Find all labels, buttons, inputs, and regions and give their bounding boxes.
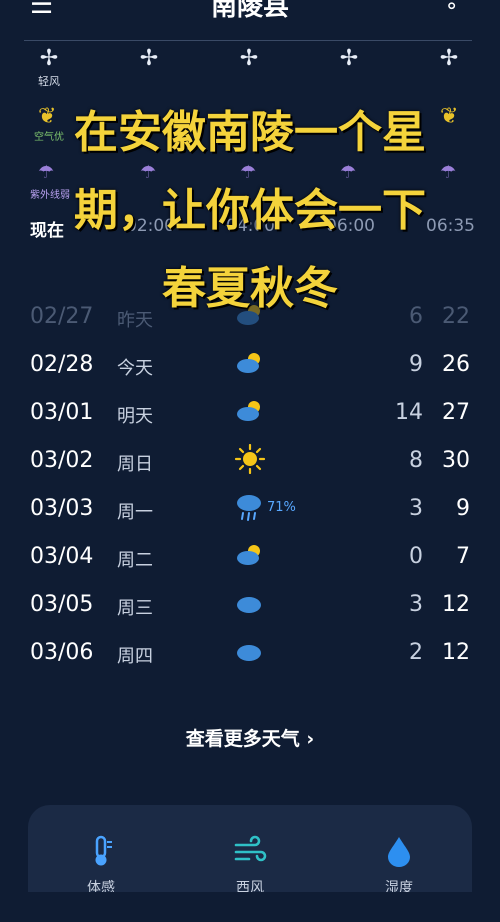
- day-row[interactable]: 02/28 今天 9 26: [0, 340, 500, 388]
- day-high: 22: [442, 304, 470, 329]
- day-date: 03/06: [30, 640, 94, 665]
- fan-icon: ✢: [339, 46, 359, 71]
- day-date: 03/02: [30, 448, 94, 473]
- day-row[interactable]: 03/03 周一 71% 3 9: [0, 484, 500, 532]
- cloudy-icon: [237, 645, 261, 661]
- caption-line-2: 期，让你体会一下: [74, 185, 426, 236]
- day-low: 3: [409, 592, 423, 617]
- fan-icon: ✢: [39, 46, 59, 71]
- partly-cloudy-icon: [237, 353, 260, 373]
- day-date: 02/28: [30, 352, 94, 377]
- day-weekday: 周三: [117, 598, 153, 619]
- partly-cloudy-icon: [237, 305, 260, 325]
- day-weekday: 周一: [117, 502, 153, 523]
- day-low: 8: [409, 448, 423, 473]
- page-title: 南陵县: [210, 0, 289, 22]
- day-date: 03/01: [30, 400, 94, 425]
- partly-cloudy-icon: [237, 401, 260, 421]
- rain-icon: [237, 495, 261, 521]
- day-date: 03/05: [30, 592, 94, 617]
- day-date: 03/04: [30, 544, 94, 569]
- day-weekday: 今天: [117, 358, 153, 379]
- day-weekday: 昨天: [117, 310, 153, 331]
- day-high: 26: [442, 352, 470, 377]
- bottom-bar: [0, 892, 500, 922]
- day-high: 12: [442, 640, 470, 665]
- more-weather-label: 查看更多天气: [185, 728, 300, 750]
- day-low: 9: [409, 352, 423, 377]
- hourly-col-0200: ✢: [114, 40, 184, 71]
- day-row[interactable]: 03/02 周日 8 30: [0, 436, 500, 484]
- day-high: 27: [442, 400, 470, 425]
- day-date: 02/27: [30, 304, 94, 329]
- humidity-icon: [388, 837, 410, 867]
- day-low: 3: [409, 496, 423, 521]
- day-low: 14: [395, 400, 423, 425]
- day-high: 9: [456, 496, 470, 521]
- sunny-icon: [234, 444, 266, 474]
- day-row[interactable]: 03/06 周四 2 12: [0, 628, 500, 676]
- day-weekday: 周日: [117, 454, 153, 475]
- day-low: 0: [409, 544, 423, 569]
- hourly-col-0635: ✢: [414, 40, 484, 71]
- detail-feels-like[interactable]: 体感: [71, 835, 131, 897]
- thermometer-icon: [95, 835, 112, 866]
- day-row[interactable]: 02/27 昨天 6 22: [0, 292, 500, 340]
- day-high: 30: [442, 448, 470, 473]
- precip-chance: 71%: [267, 500, 296, 515]
- detail-humidity[interactable]: 湿度: [369, 835, 429, 897]
- hourly-col-0400: ✢: [214, 40, 284, 71]
- day-row[interactable]: 03/04 周二 0 7: [0, 532, 500, 580]
- fan-icon: ✢: [139, 46, 159, 71]
- day-date: 03/03: [30, 496, 94, 521]
- day-weekday: 明天: [117, 406, 153, 427]
- day-weekday: 周二: [117, 550, 153, 571]
- header: ☰ 南陵县 ⚬: [0, 0, 500, 40]
- hourly-col-now: ✢ 轻风: [14, 40, 84, 89]
- hourly-col-0600: ✢: [314, 40, 384, 71]
- chevron-right-icon: ›: [306, 728, 315, 750]
- fan-icon: ✢: [439, 46, 459, 71]
- wind-icon: [234, 835, 267, 862]
- fan-icon: ✢: [239, 46, 259, 71]
- dot-icon[interactable]: ⚬: [443, 0, 460, 18]
- day-row[interactable]: 03/05 周三 3 12: [0, 580, 500, 628]
- day-low: 6: [409, 304, 423, 329]
- day-row[interactable]: 03/01 明天 14 27: [0, 388, 500, 436]
- detail-wind[interactable]: 西风: [220, 835, 280, 897]
- partly-cloudy-icon: [237, 545, 260, 565]
- caption-line-1: 在安徽南陵一个星: [74, 107, 426, 158]
- more-weather-link[interactable]: 查看更多天气 ›: [0, 724, 500, 751]
- day-high: 7: [456, 544, 470, 569]
- day-high: 12: [442, 592, 470, 617]
- wind-label: 轻风: [38, 75, 60, 88]
- cloudy-icon: [237, 597, 261, 613]
- day-low: 2: [409, 640, 423, 665]
- day-weekday: 周四: [117, 646, 153, 667]
